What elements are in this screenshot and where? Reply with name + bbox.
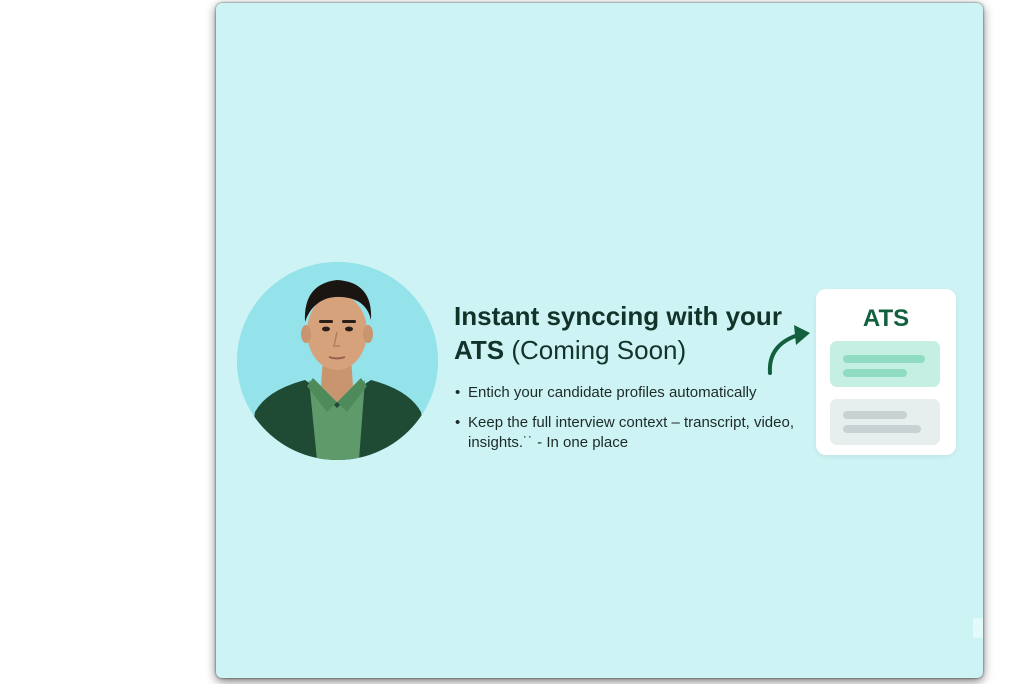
feature-headline: Instant synccing with your ATS (Coming S…	[454, 299, 784, 367]
feature-slide: Instant synccing with your ATS (Coming S…	[216, 3, 983, 678]
bullet-text: Entich your candidate profiles automatic…	[468, 384, 757, 401]
bullet-marker: •	[455, 414, 461, 431]
feature-bullet-list: • Entich your candidate profiles automat…	[454, 383, 804, 463]
corner-mark	[973, 618, 983, 638]
curved-arrow-icon	[767, 325, 810, 375]
bullet-item: • Entich your candidate profiles automat…	[454, 383, 804, 403]
placeholder-line	[843, 411, 907, 419]
bullet-text: Keep the full interview context – transc…	[468, 414, 795, 451]
ats-record	[830, 399, 940, 445]
placeholder-line	[843, 355, 925, 363]
ats-card: ATS	[816, 289, 956, 455]
placeholder-line	[843, 425, 921, 433]
ats-synced-record	[830, 341, 940, 387]
coming-soon-label: (Coming Soon)	[511, 335, 687, 365]
screen: Instant synccing with your ATS (Coming S…	[0, 0, 1024, 684]
ats-title: ATS	[862, 305, 910, 332]
bullet-item: • Keep the full interview context – tran…	[454, 413, 804, 453]
person-avatar-illustration	[237, 262, 438, 460]
candidate-avatar	[237, 262, 438, 460]
bullet-marker: •	[455, 384, 461, 401]
placeholder-line	[843, 369, 907, 377]
